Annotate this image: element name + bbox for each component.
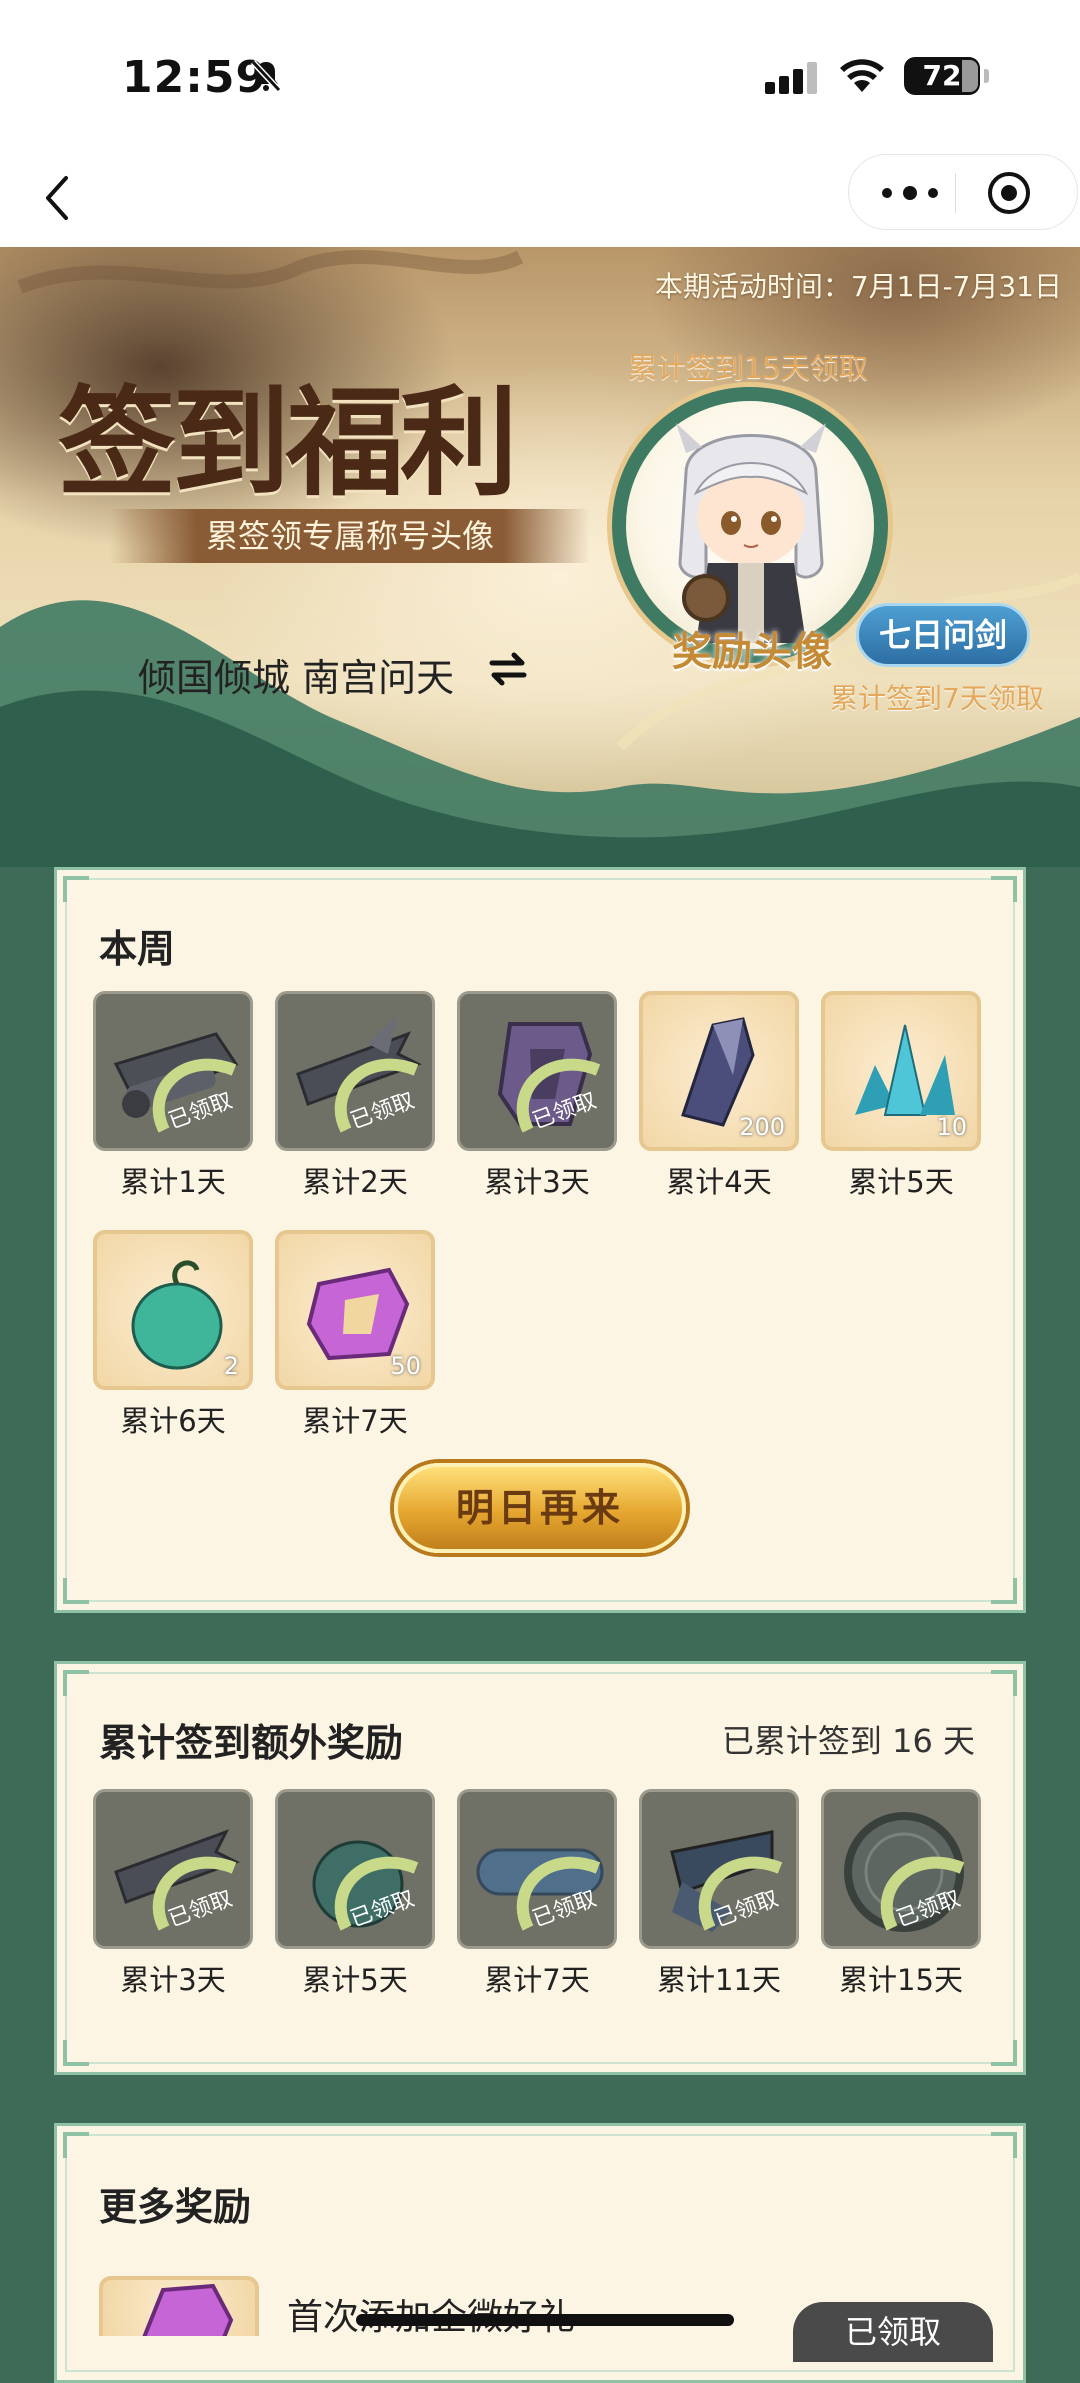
- extra-rewards-heading: 累计签到额外奖励: [99, 1721, 404, 1765]
- reward-quantity: 200: [739, 1113, 785, 1141]
- reward-avatar-label: 奖励头像: [672, 629, 832, 675]
- claimed-stamp-icon: 已领取: [334, 1058, 419, 1134]
- status-bar: 12:59 72: [0, 0, 1080, 150]
- wifi-icon: [840, 59, 884, 92]
- reward-tile: 已领取: [275, 1789, 435, 1949]
- claimed-stamp-icon: 已领取: [698, 1856, 783, 1932]
- day-label: 累计1天: [120, 1165, 226, 1199]
- swap-icon[interactable]: [488, 651, 528, 687]
- reward-tile: 已领取: [93, 1789, 253, 1949]
- reward-tile: 50: [275, 1230, 435, 1390]
- svg-text:已领取: 已领取: [165, 1088, 236, 1134]
- reward-tile: 已领取: [457, 1789, 617, 1949]
- extra-label: 累计5天: [302, 1963, 408, 1997]
- reward-quantity: 50: [390, 1352, 421, 1380]
- battery-icon: 72: [904, 57, 989, 95]
- more-options-icon[interactable]: [875, 175, 945, 211]
- week-day-1[interactable]: 已领取 累计1天: [93, 991, 253, 1201]
- extra-reward-5[interactable]: 已领取 累计5天: [275, 1789, 435, 1999]
- week-day-4[interactable]: 200 累计4天: [639, 991, 799, 1201]
- activity-period: 本期活动时间：7月1日-7月31日: [654, 270, 1062, 303]
- reward-tile: 已领取: [275, 991, 435, 1151]
- extra-reward-3[interactable]: 已领取 累计3天: [93, 1789, 253, 1999]
- day-label: 累计2天: [302, 1165, 408, 1199]
- close-miniprogram-icon[interactable]: [985, 169, 1033, 217]
- this-week-heading: 本周: [99, 927, 176, 971]
- reward-tile: 已领取: [821, 1789, 981, 1949]
- capsule-divider: [955, 173, 956, 213]
- svg-text:已领取: 已领取: [893, 1886, 964, 1932]
- reward-tile: 10: [821, 991, 981, 1151]
- claimed-stamp-icon: 已领取: [516, 1058, 601, 1134]
- claimed-stamp-icon: 已领取: [152, 1856, 237, 1932]
- day-label: 累计6天: [120, 1404, 226, 1438]
- reward-tile: 200: [639, 991, 799, 1151]
- banner-title: 签到福利: [58, 373, 518, 512]
- wecom-gift-thumbnail: [99, 2276, 259, 2336]
- silent-bell-icon: [250, 59, 282, 93]
- reward-tile: 已领取: [639, 1789, 799, 1949]
- back-arrow-icon[interactable]: [36, 168, 84, 228]
- svg-text:已领取: 已领取: [529, 1886, 600, 1932]
- week-day-3[interactable]: 已领取 累计3天: [457, 991, 617, 1201]
- reward-tile: 已领取: [93, 991, 253, 1151]
- extra-label: 累计15天: [839, 1963, 963, 1997]
- svg-text:已领取: 已领取: [165, 1886, 236, 1932]
- day-label: 累计5天: [848, 1165, 954, 1199]
- day-label: 累计7天: [302, 1404, 408, 1438]
- purple-token-icon: [142, 2283, 234, 2336]
- extra-reward-15[interactable]: 已领取 累计15天: [821, 1789, 981, 1999]
- reward-quantity: 10: [936, 1113, 967, 1141]
- extra-reward-7[interactable]: 已领取 累计7天: [457, 1789, 617, 1999]
- day-label: 累计3天: [484, 1165, 590, 1199]
- reward-quantity: 2: [223, 1352, 239, 1380]
- week-day-7[interactable]: 50 累计7天: [275, 1230, 435, 1440]
- banner-subtitle: 累签领专属称号头像: [110, 509, 590, 563]
- reward-tile: 2: [93, 1230, 253, 1390]
- svg-text:已领取: 已领取: [529, 1088, 600, 1134]
- character-name: 倾国倾城 南宫问天: [138, 656, 455, 700]
- clock: 12:59: [122, 52, 268, 103]
- day-label: 累计4天: [666, 1165, 772, 1199]
- home-indicator: [356, 2314, 734, 2326]
- cellular-signal-icon: [765, 62, 817, 94]
- claimed-stamp-icon: 已领取: [880, 1856, 965, 1932]
- svg-text:已领取: 已领取: [347, 1886, 418, 1932]
- svg-text:已领取: 已领取: [711, 1886, 782, 1932]
- extra-reward-11[interactable]: 已领取 累计11天: [639, 1789, 799, 1999]
- tip-7-days: 累计签到7天领取: [830, 682, 1044, 715]
- nav-bar: [0, 150, 1080, 247]
- title-badge: 七日问剑: [856, 603, 1030, 667]
- mini-program-capsule: [848, 154, 1078, 230]
- more-rewards-panel: 更多奖励 首次添加企微好礼 已领取: [54, 2123, 1026, 2383]
- week-day-5[interactable]: 10 累计5天: [821, 991, 981, 1201]
- tip-15-days: 累计签到15天领取: [628, 351, 868, 385]
- claimed-stamp-icon: 已领取: [152, 1058, 237, 1134]
- extra-label: 累计11天: [657, 1963, 781, 1997]
- extra-label: 累计7天: [484, 1963, 590, 1997]
- extra-label: 累计3天: [120, 1963, 226, 1997]
- sign-in-banner: 本期活动时间：7月1日-7月31日 签到福利 累签领专属称号头像 倾国倾城 南宫…: [0, 247, 1080, 867]
- svg-text:已领取: 已领取: [347, 1088, 418, 1134]
- reward-tile: 已领取: [457, 991, 617, 1151]
- claimed-button[interactable]: 已领取: [793, 2302, 993, 2362]
- signin-progress: 已累计签到 16 天: [721, 1722, 975, 1760]
- claimed-stamp-icon: 已领取: [334, 1856, 419, 1932]
- week-day-2[interactable]: 已领取 累计2天: [275, 991, 435, 1201]
- more-rewards-heading: 更多奖励: [99, 2185, 252, 2229]
- come-back-tomorrow-button[interactable]: 明日再来: [394, 1463, 686, 1553]
- battery-level: 72: [922, 59, 962, 92]
- chibi-character-icon: [676, 423, 826, 643]
- claimed-stamp-icon: 已领取: [516, 1856, 601, 1932]
- week-day-6[interactable]: 2 累计6天: [93, 1230, 253, 1440]
